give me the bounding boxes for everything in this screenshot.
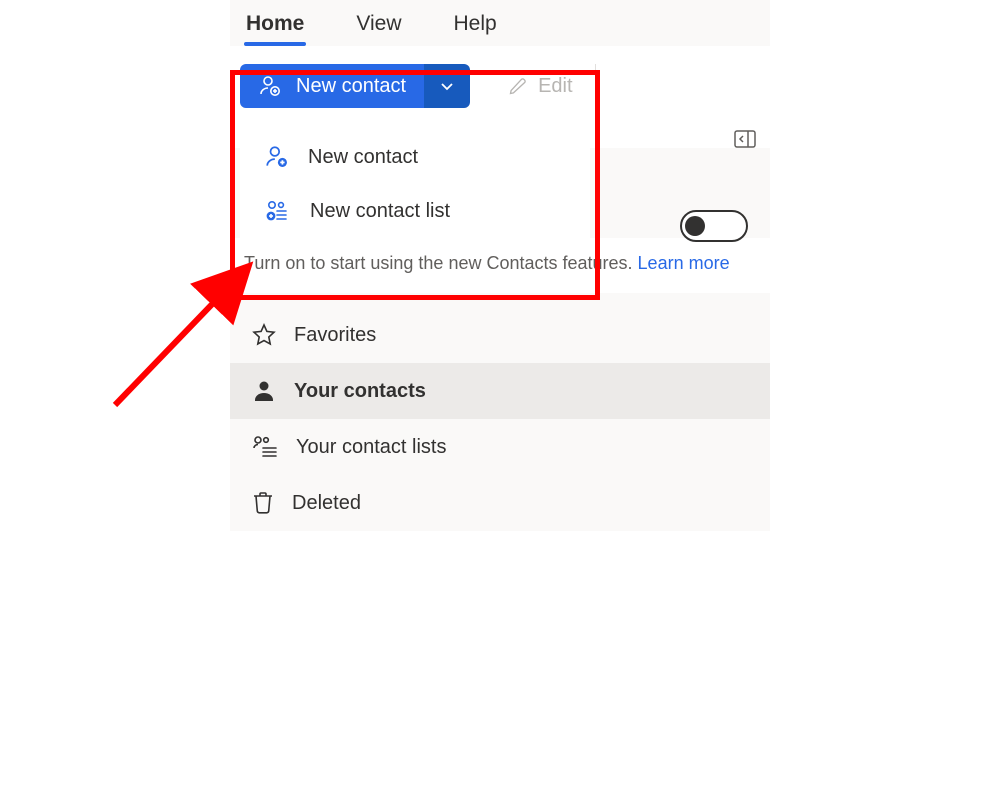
- person-add-icon: [264, 144, 290, 170]
- sidebar-item-label: Your contact lists: [296, 436, 446, 459]
- menu-item-new-contact[interactable]: New contact: [240, 130, 590, 184]
- tab-help[interactable]: Help: [452, 8, 499, 46]
- learn-more-link[interactable]: Learn more: [638, 253, 730, 273]
- edit-button: Edit: [486, 64, 595, 108]
- new-contacts-toggle[interactable]: [680, 210, 748, 242]
- sidebar-item-your-contact-lists[interactable]: Your contact lists: [230, 419, 770, 475]
- sidebar-item-label: Favorites: [294, 324, 376, 347]
- menu-item-label: New contact list: [310, 200, 450, 223]
- tab-bar: Home View Help: [230, 0, 770, 46]
- menu-item-label: New contact: [308, 146, 418, 169]
- chevron-down-icon: [439, 78, 455, 94]
- trash-icon: [252, 491, 274, 515]
- edit-label: Edit: [538, 75, 572, 98]
- people-list-icon: [252, 435, 278, 459]
- people-add-icon: [264, 198, 292, 224]
- person-icon: [252, 379, 276, 403]
- person-add-icon: [258, 74, 282, 98]
- tab-view[interactable]: View: [354, 8, 403, 46]
- menu-item-new-contact-list[interactable]: New contact list: [240, 184, 590, 238]
- star-icon: [252, 323, 276, 347]
- new-contact-label: New contact: [296, 75, 406, 98]
- new-contact-dropdown: New contact New contact list: [240, 124, 590, 246]
- notice-text: Turn on to start using the new Contacts …: [244, 253, 638, 273]
- toolbar: New contact Edit: [230, 46, 770, 126]
- sidebar-item-label: Deleted: [292, 492, 361, 515]
- sidebar-nav: Favorites Your contacts: [230, 307, 770, 531]
- sidebar-item-deleted[interactable]: Deleted: [230, 475, 770, 531]
- tab-home[interactable]: Home: [244, 8, 306, 46]
- sidebar-item-label: Your contacts: [294, 380, 426, 403]
- pencil-icon: [508, 76, 528, 96]
- feature-notice: Turn on to start using the new Contacts …: [230, 238, 770, 293]
- sidebar-item-favorites[interactable]: Favorites: [230, 307, 770, 363]
- new-contact-button[interactable]: New contact: [240, 64, 424, 108]
- collapse-panel-icon[interactable]: [734, 130, 756, 148]
- toggle-knob: [685, 216, 705, 236]
- new-contact-dropdown-toggle[interactable]: [424, 64, 470, 108]
- sidebar-item-your-contacts[interactable]: Your contacts: [230, 363, 770, 419]
